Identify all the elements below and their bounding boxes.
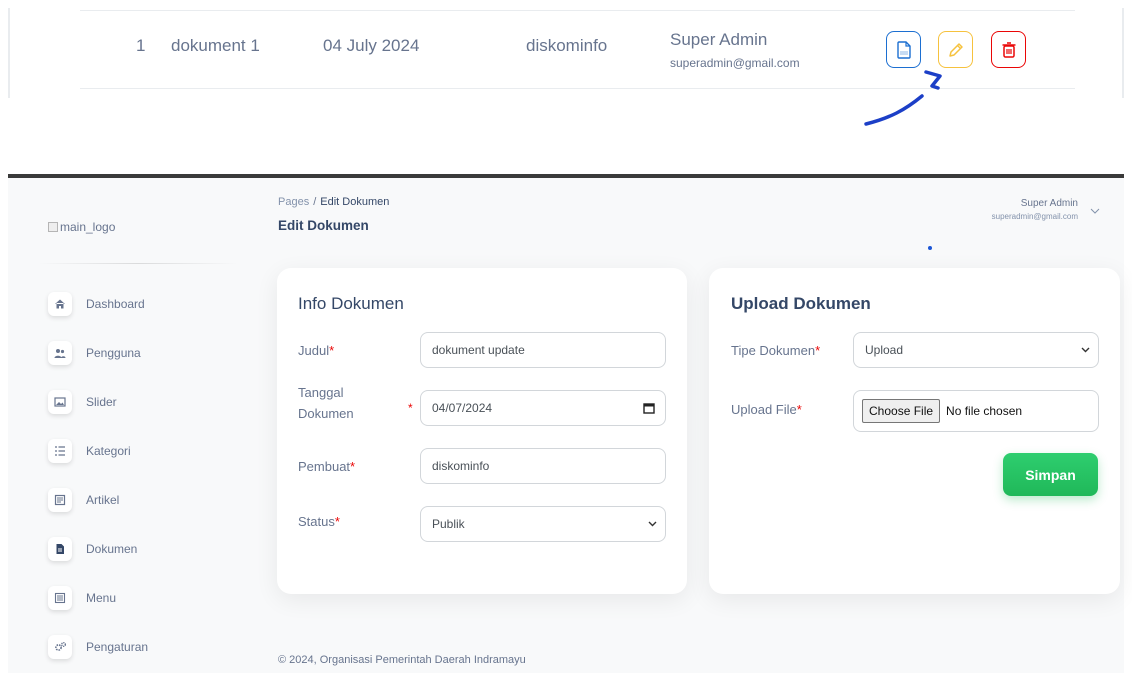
loading-dot [928, 246, 932, 250]
tipe-dokumen-label: Tipe Dokumen* [731, 343, 821, 358]
required-mark: * [408, 401, 413, 415]
delete-button[interactable] [991, 31, 1026, 68]
upload-file-input[interactable]: Choose File No file chosen [853, 390, 1099, 432]
home-icon [48, 292, 72, 316]
document-icon [48, 537, 72, 561]
tanggal-value: 04/07/2024 [432, 401, 493, 415]
sidebar-item-label: Dashboard [86, 297, 145, 311]
sidebar-item-menu[interactable]: Menu [48, 584, 116, 612]
logo-alt-text: main_logo [60, 220, 116, 234]
status-value: Publik [432, 517, 465, 531]
edit-document-page: main_logo Dashboard Pengguna Slider Kate… [8, 178, 1124, 673]
article-icon [48, 488, 72, 512]
sidebar-item-slider[interactable]: Slider [48, 388, 117, 416]
sidebar-item-label: Pengguna [86, 346, 141, 360]
users-icon [48, 341, 72, 365]
document-name: dokument 1 [171, 36, 260, 55]
chevron-down-icon [648, 521, 657, 527]
judul-label: Judul* [298, 343, 335, 358]
sidebar: main_logo Dashboard Pengguna Slider Kate… [8, 178, 256, 673]
file-status-text: No file chosen [946, 404, 1023, 418]
uploader-email: superadmin@gmail.com [670, 56, 800, 70]
tipe-dokumen-select[interactable]: Upload [853, 332, 1099, 368]
tanggal-label: Tanggal Dokumen [298, 385, 354, 421]
chevron-down-icon[interactable] [1090, 208, 1100, 214]
card-title: Info Dokumen [298, 294, 404, 313]
sidebar-item-dashboard[interactable]: Dashboard [48, 290, 145, 318]
judul-value: dokument update [432, 343, 525, 357]
sidebar-item-dokumen[interactable]: Dokumen [48, 535, 137, 563]
sidebar-item-label: Menu [86, 591, 117, 605]
breadcrumb-separator: / [313, 196, 317, 208]
image-icon [48, 390, 72, 414]
pembuat-label: Pembuat* [298, 459, 356, 474]
sidebar-divider [38, 263, 238, 264]
breadcrumb-root[interactable]: Pages [278, 196, 309, 208]
judul-input[interactable]: dokument update [420, 332, 666, 368]
row-divider [80, 10, 1075, 11]
document-creator: diskominfo [526, 36, 608, 55]
breadcrumb-current: Edit Dokumen [320, 196, 390, 208]
annotation-arrow-drawing [864, 70, 942, 126]
menu-icon [48, 586, 72, 610]
sidebar-item-label: Slider [86, 395, 117, 409]
document-date: 04 July 2024 [323, 36, 420, 55]
user-name: Super Admin [1020, 198, 1078, 209]
simpan-button[interactable]: Simpan [1003, 453, 1098, 496]
pembuat-input[interactable]: diskominfo [420, 448, 666, 484]
info-dokumen-card: Info Dokumen Judul* dokument update Tang… [277, 268, 687, 594]
sidebar-item-label: Kategori [86, 444, 131, 458]
tipe-dokumen-value: Upload [865, 343, 904, 357]
choose-file-button[interactable]: Choose File [862, 399, 941, 423]
pencil-icon [949, 43, 963, 57]
table-border-left [8, 8, 10, 98]
pembuat-value: diskominfo [432, 459, 490, 473]
tanggal-date-input[interactable]: 04/07/2024 [420, 390, 666, 426]
sidebar-item-kategori[interactable]: Kategori [48, 437, 131, 465]
user-email: superadmin@gmail.com [991, 212, 1078, 221]
pdf-icon [897, 41, 911, 59]
status-label: Status* [298, 514, 340, 529]
list-icon [48, 439, 72, 463]
sidebar-item-pengguna[interactable]: Pengguna [48, 339, 141, 367]
main-logo[interactable]: main_logo [48, 220, 115, 234]
sidebar-item-artikel[interactable]: Artikel [48, 486, 119, 514]
footer-copyright: © 2024, Organisasi Pemerintah Daerah Ind… [278, 654, 526, 666]
table-excerpt: 1 dokument 1 04 July 2024 diskominfo Sup… [0, 0, 1132, 175]
user-menu[interactable]: Super Admin superadmin@gmail.com [992, 198, 1078, 221]
uploader-name: Super Admin [670, 30, 768, 49]
trash-icon [1002, 42, 1016, 58]
cogs-icon [48, 635, 72, 659]
sidebar-item-label: Artikel [86, 493, 120, 507]
sidebar-item-label: Dokumen [86, 542, 138, 556]
status-select[interactable]: Publik [420, 506, 666, 542]
upload-dokumen-card: Upload Dokumen Tipe Dokumen* Upload Uplo… [709, 268, 1120, 594]
row-number: 1 [136, 36, 146, 55]
upload-file-label: Upload File* [731, 402, 802, 417]
broken-image-icon [48, 222, 58, 232]
page-title: Edit Dokumen [278, 218, 369, 233]
calendar-icon[interactable] [643, 402, 655, 414]
table-border-right [1122, 8, 1124, 98]
breadcrumb: Pages / Edit Dokumen [278, 196, 389, 208]
chevron-down-icon [1081, 347, 1090, 353]
card-title: Upload Dokumen [731, 294, 871, 313]
sidebar-item-label: Pengaturan [86, 640, 149, 654]
sidebar-item-pengaturan[interactable]: Pengaturan [48, 633, 148, 661]
